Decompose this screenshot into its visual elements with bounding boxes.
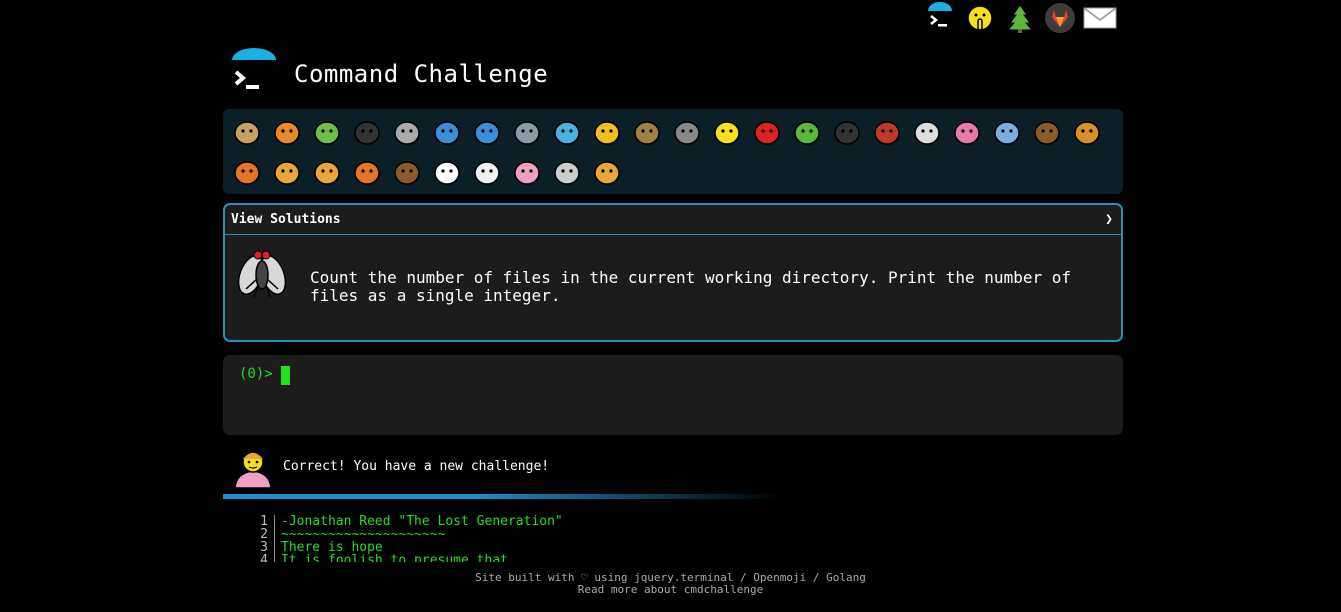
challenge-microbe-icon[interactable] bbox=[987, 112, 1027, 152]
challenge-dolphin-gray-icon[interactable] bbox=[507, 112, 547, 152]
shushing-face-icon[interactable] bbox=[962, 0, 998, 36]
genie-icon bbox=[230, 443, 276, 489]
challenge-caterpillar-icon[interactable] bbox=[307, 112, 347, 152]
challenge-unicorn-icon[interactable] bbox=[427, 152, 467, 192]
status-text: Correct! You have a new challenge! bbox=[283, 458, 550, 474]
challenge-spider-web-icon[interactable] bbox=[387, 112, 427, 152]
cmdchallenge-logo-icon[interactable] bbox=[922, 0, 958, 36]
challenge-fly-icon[interactable] bbox=[907, 112, 947, 152]
view-solutions-toggle[interactable]: View Solutions ❯ bbox=[225, 205, 1121, 235]
challenge-whale-icon[interactable] bbox=[427, 112, 467, 152]
page: Command Challenge View Solutions ❯ Count… bbox=[0, 0, 1341, 612]
view-solutions-label: View Solutions bbox=[231, 212, 341, 227]
challenge-bar bbox=[223, 109, 1123, 194]
christmas-tree-icon[interactable] bbox=[1002, 0, 1038, 36]
challenge-cat-icon[interactable] bbox=[267, 152, 307, 192]
challenge-blowfish-icon[interactable] bbox=[627, 112, 667, 152]
challenge-cow-icon[interactable] bbox=[467, 152, 507, 192]
challenge-bee-icon[interactable] bbox=[707, 112, 747, 152]
line-number: 2 bbox=[240, 528, 275, 541]
gitlab-icon[interactable] bbox=[1042, 0, 1078, 36]
header: Command Challenge bbox=[228, 44, 548, 104]
challenge-tiger-icon[interactable] bbox=[347, 152, 387, 192]
footer-about-link[interactable]: Read more about cmdchallenge bbox=[0, 584, 1341, 596]
challenge-fish-icon[interactable] bbox=[547, 112, 587, 152]
challenge-description: Count the number of files in the current… bbox=[225, 235, 1121, 340]
challenge-mouse-icon[interactable] bbox=[547, 152, 587, 192]
line-text: It is foolish to presume that bbox=[281, 553, 508, 562]
challenge-hamster-icon[interactable] bbox=[587, 152, 627, 192]
challenge-tropical-fish-icon[interactable] bbox=[587, 112, 627, 152]
challenge-scorpion-icon[interactable] bbox=[867, 112, 907, 152]
line-number: 4 bbox=[240, 554, 275, 562]
challenge-fox-icon[interactable] bbox=[227, 152, 267, 192]
chevron-right-icon: ❯ bbox=[1105, 212, 1113, 227]
challenge-dog-icon[interactable] bbox=[1067, 112, 1107, 152]
fly-icon bbox=[236, 245, 288, 301]
terminal-cursor bbox=[281, 366, 290, 385]
status-message: Correct! You have a new challenge! bbox=[230, 443, 550, 489]
line-number: 3 bbox=[240, 541, 275, 554]
challenge-worm-icon[interactable] bbox=[947, 112, 987, 152]
challenge-cricket-icon[interactable] bbox=[787, 112, 827, 152]
challenge-chimpanzee-icon[interactable] bbox=[1027, 112, 1067, 152]
challenge-ant-icon[interactable] bbox=[347, 112, 387, 152]
top-nav bbox=[922, 0, 1118, 36]
terminal-prompt: (0)> bbox=[239, 366, 273, 382]
challenge-snail-icon[interactable] bbox=[227, 112, 267, 152]
line-number: 1 bbox=[240, 515, 275, 528]
progress-bar bbox=[223, 494, 783, 499]
terminal[interactable]: (0)> bbox=[223, 355, 1123, 435]
app-logo[interactable] bbox=[228, 48, 280, 100]
challenge-horse-icon[interactable] bbox=[387, 152, 427, 192]
challenge-pig-icon[interactable] bbox=[507, 152, 547, 192]
quote-line: 4 It is foolish to presume that bbox=[240, 554, 940, 562]
challenge-spider-icon[interactable] bbox=[827, 112, 867, 152]
quote-viewer: 1 -Jonathan Reed "The Lost Generation" 2 ~~… bbox=[240, 515, 940, 562]
challenge-dolphin-blue-icon[interactable] bbox=[467, 112, 507, 152]
challenge-task-text: Count the number of files in the current… bbox=[310, 268, 1071, 305]
challenge-lion-icon[interactable] bbox=[307, 152, 347, 192]
challenge-ladybug-icon[interactable] bbox=[747, 112, 787, 152]
footer: Site built with ♡ using jquery.terminal … bbox=[0, 572, 1341, 596]
page-title: Command Challenge bbox=[294, 60, 549, 88]
challenge-butterfly-icon[interactable] bbox=[267, 112, 307, 152]
envelope-icon[interactable] bbox=[1082, 0, 1118, 36]
challenge-wolf-icon[interactable] bbox=[667, 112, 707, 152]
solutions-panel: View Solutions ❯ Count the number of fil… bbox=[223, 203, 1123, 342]
